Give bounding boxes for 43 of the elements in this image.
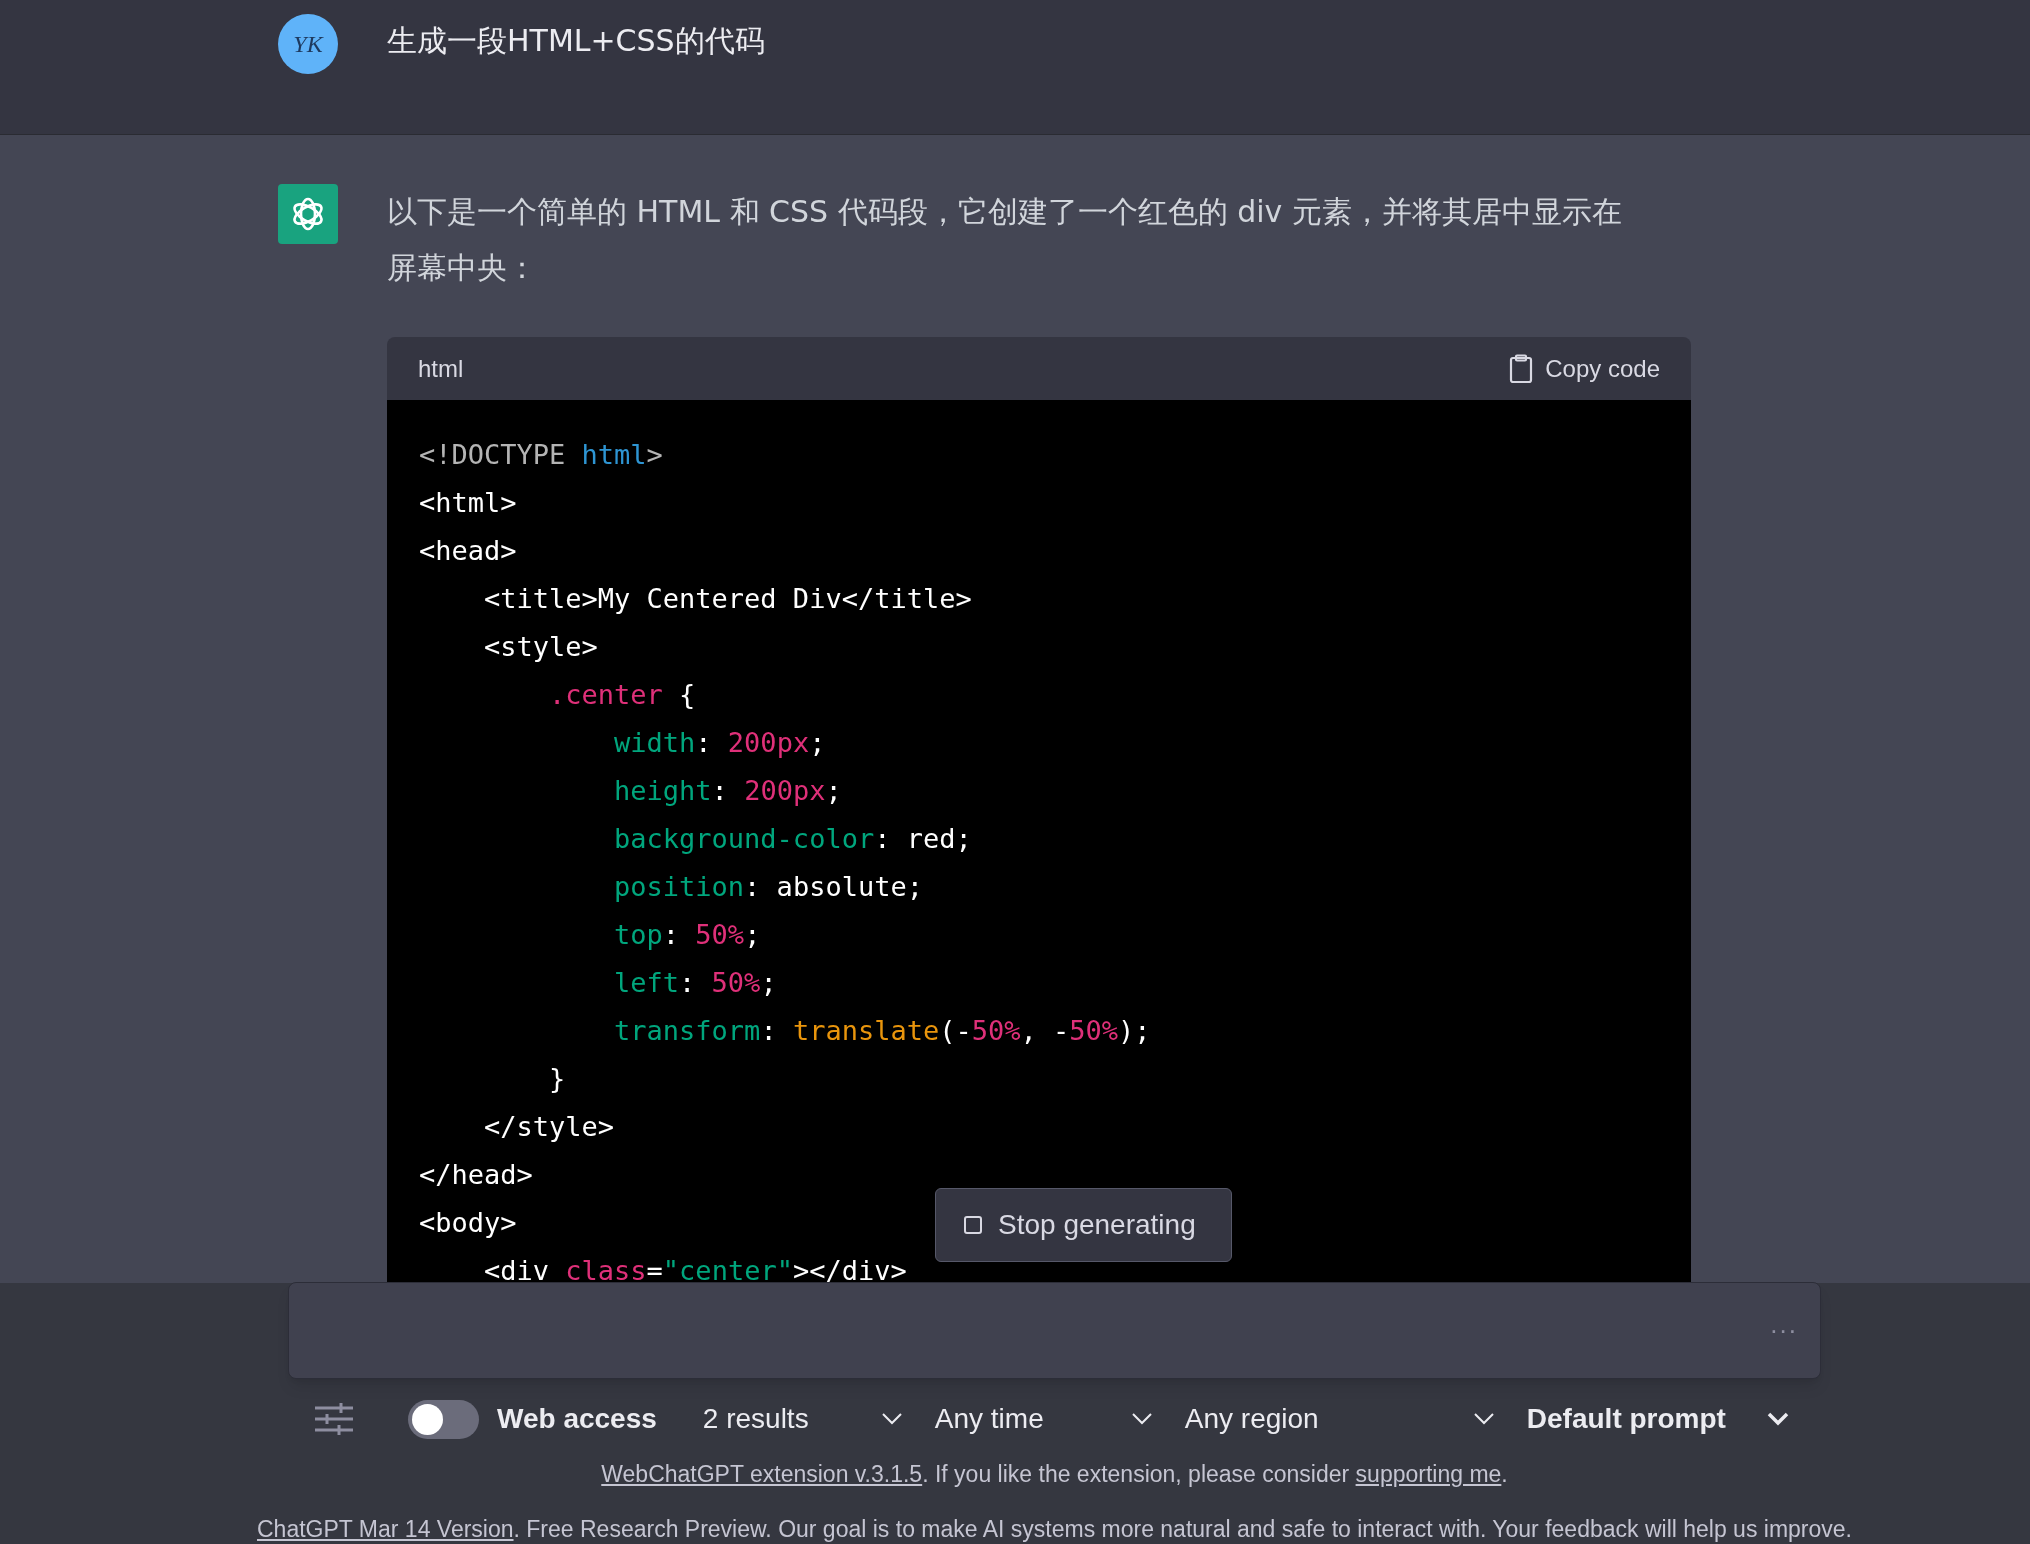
toggle-label: Web access — [497, 1402, 657, 1436]
clipboard-icon — [1509, 353, 1534, 384]
settings-sliders-icon[interactable] — [315, 1402, 353, 1436]
code-line: left: 50%; — [613, 966, 777, 1000]
code-line: } — [548, 1062, 566, 1096]
chevron-down-icon — [1472, 1412, 1495, 1426]
footer-text: . If you like the extension, please consider — [922, 1461, 1351, 1487]
footer-text: . Free Research Preview. Our goal is to make AI systems more natural and safe to interact with. Your feedback will help us improve. — [513, 1515, 1852, 1542]
assistant-message: 以下是一个简单的 HTML 和 CSS 代码段，它创建了一个红色的 div 元素，并将其居中显示在屏幕中央： — [387, 193, 1623, 287]
stop-icon — [964, 1216, 982, 1234]
stop-generating-button[interactable]: Stop generating — [935, 1188, 1232, 1262]
chevron-down-icon — [1130, 1412, 1153, 1426]
code-line: <!DOCTYPE html> — [419, 438, 663, 472]
filter-dropdown[interactable]: 2 results — [702, 1398, 903, 1440]
code-line: <html> — [419, 486, 517, 520]
code-line: </head> — [419, 1158, 533, 1192]
code-line: top: 50%; — [613, 918, 761, 952]
code-line: <body> — [419, 1206, 517, 1240]
user-avatar: YK — [278, 14, 338, 74]
filter-dropdown[interactable]: Any region — [1184, 1398, 1495, 1440]
filter-dropdown[interactable]: Default prompt — [1526, 1398, 1789, 1440]
footer-link[interactable]: supporting me — [1355, 1461, 1502, 1487]
code-line: .center { — [548, 678, 696, 712]
footer-text: . — [1501, 1461, 1508, 1487]
footer-link[interactable]: ChatGPT Mar 14 Version — [257, 1515, 514, 1542]
code-line: </style> — [483, 1110, 615, 1144]
filter-dropdown[interactable]: Any time — [934, 1398, 1153, 1440]
code-line: transform: translate(-50%, -50%); — [613, 1014, 1151, 1048]
chevron-down-icon — [1766, 1412, 1789, 1426]
chevron-down-icon — [880, 1412, 903, 1426]
code-language: html — [418, 353, 464, 384]
code-line: height: 200px; — [613, 774, 842, 808]
code-line: <div class="center"></div> — [483, 1254, 907, 1283]
copy-code-button[interactable]: Copy code — [1509, 350, 1660, 387]
user-message: 生成一段HTML+CSS的代码 — [387, 22, 765, 60]
code-line: <style> — [483, 630, 598, 664]
code-line: background-color: red; — [613, 822, 972, 856]
code-line: <head> — [419, 534, 517, 568]
code-line: width: 200px; — [613, 726, 826, 760]
code-line: <title>My Centered Div</title> — [483, 582, 972, 616]
code-line: position: absolute; — [613, 870, 923, 904]
web-access-toggle[interactable] — [408, 1399, 479, 1439]
footer-link[interactable]: WebChatGPT extension v.3.1.5 — [601, 1461, 923, 1487]
